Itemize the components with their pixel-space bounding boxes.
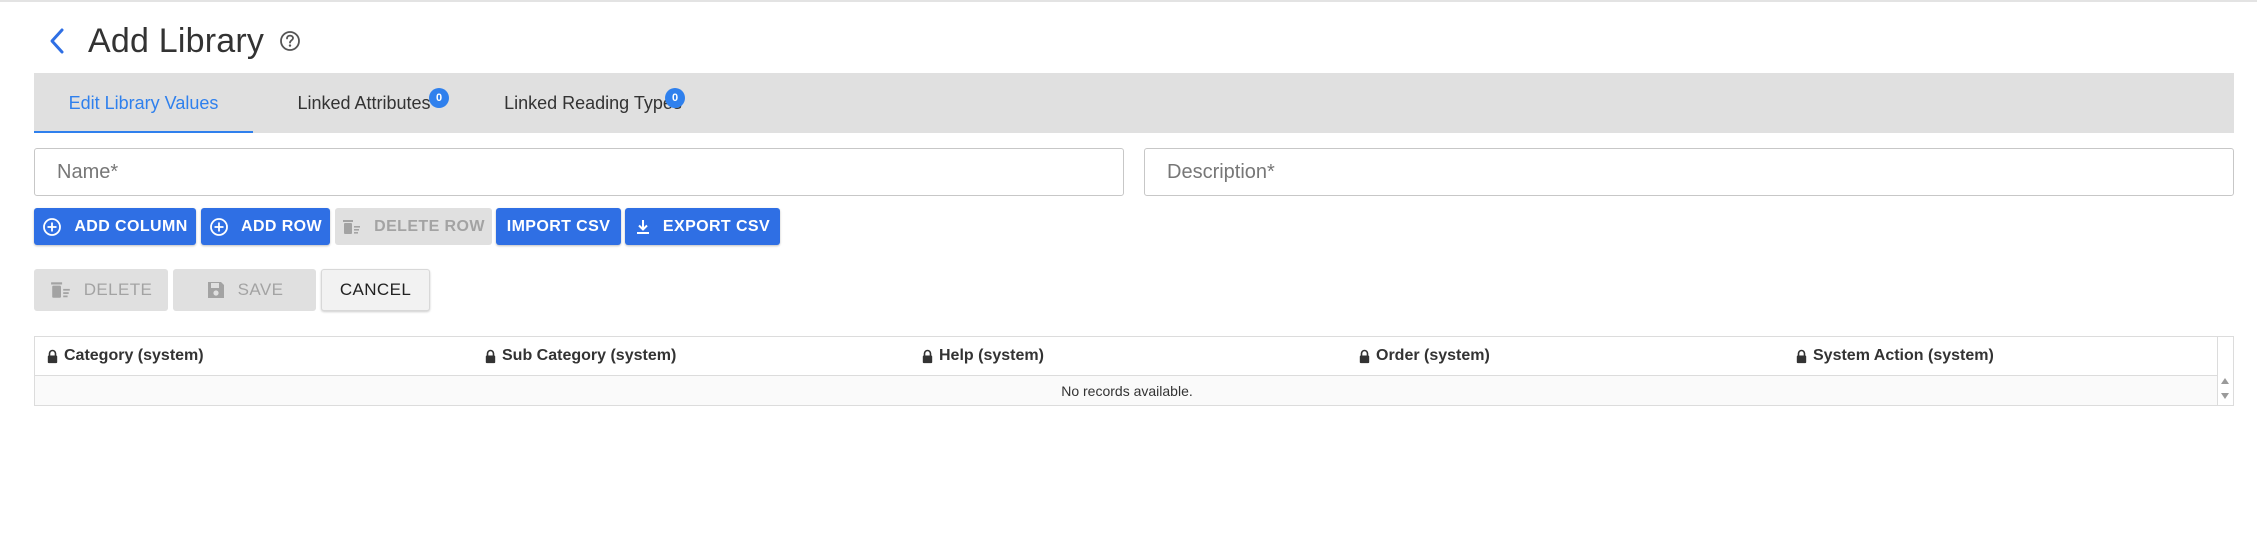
add-row-button[interactable]: ADD ROW	[201, 208, 330, 245]
lock-icon	[1796, 349, 1807, 363]
top-divider	[0, 0, 2257, 2]
name-input[interactable]	[35, 149, 1123, 195]
lock-icon	[47, 349, 58, 363]
button-label: ADD ROW	[240, 217, 322, 235]
name-field	[34, 148, 1124, 196]
plus-circle-icon	[210, 217, 228, 236]
library-values-grid: Category (system) Sub Category (system) …	[34, 336, 2234, 406]
tab-linked-attributes[interactable]: Linked Attributes	[290, 73, 438, 133]
grid-header: Category (system) Sub Category (system) …	[35, 337, 2219, 376]
linked-attributes-count-badge: 0	[429, 88, 449, 108]
scroll-up-arrow-icon[interactable]	[2221, 378, 2229, 384]
linked-reading-types-count-badge: 0	[665, 88, 685, 108]
save-icon	[207, 282, 224, 298]
column-header-system-action[interactable]: System Action (system)	[1796, 337, 1994, 375]
tab-bar: Edit Library Values Linked Attributes 0 …	[34, 73, 2234, 133]
add-column-button[interactable]: ADD COLUMN	[34, 208, 196, 245]
lock-icon	[1359, 349, 1370, 363]
lock-icon	[922, 349, 933, 363]
button-label: DELETE	[83, 280, 153, 299]
help-circle-icon	[280, 31, 300, 51]
page-title: Add Library	[88, 21, 265, 60]
lock-icon	[485, 349, 496, 363]
grid-scrollbar[interactable]	[2217, 337, 2233, 405]
column-header-order[interactable]: Order (system)	[1359, 337, 1490, 375]
download-icon	[636, 219, 649, 234]
export-csv-button[interactable]: EXPORT CSV	[625, 208, 780, 245]
button-label: IMPORT CSV	[506, 217, 611, 235]
button-label: ADD COLUMN	[74, 217, 188, 235]
tab-label: Linked Attributes	[297, 92, 431, 113]
description-field	[1144, 148, 2234, 196]
button-label: EXPORT CSV	[662, 217, 771, 235]
tab-linked-reading-types[interactable]: Linked Reading Types	[490, 73, 696, 133]
column-header-label: Order (system)	[1376, 347, 1490, 364]
delete-row-button[interactable]: DELETE ROW	[335, 208, 492, 245]
column-header-label: Help (system)	[939, 347, 1044, 364]
cancel-button[interactable]: CANCEL	[321, 269, 430, 311]
import-csv-button[interactable]: IMPORT CSV	[496, 208, 621, 245]
active-tab-indicator	[34, 131, 253, 133]
delete-sweep-icon	[50, 282, 70, 298]
help-button[interactable]	[278, 29, 302, 53]
scroll-down-arrow-icon[interactable]	[2221, 393, 2229, 399]
button-label: CANCEL	[339, 280, 412, 299]
tab-edit-library-values[interactable]: Edit Library Values	[34, 73, 253, 133]
grid-empty-message: No records available.	[35, 376, 2219, 405]
column-header-label: System Action (system)	[1813, 347, 1994, 364]
plus-circle-icon	[43, 217, 62, 236]
button-label: SAVE	[237, 280, 284, 299]
column-header-label: Sub Category (system)	[502, 347, 677, 364]
page-header: Add Library	[46, 18, 302, 64]
delete-button[interactable]: DELETE	[34, 269, 168, 311]
column-header-label: Category (system)	[64, 347, 204, 364]
description-input[interactable]	[1145, 149, 2233, 195]
tab-label: Edit Library Values	[68, 92, 219, 113]
chevron-left-icon	[50, 28, 64, 54]
delete-sweep-icon	[343, 219, 361, 234]
button-label: DELETE ROW	[374, 217, 485, 235]
column-header-help[interactable]: Help (system)	[922, 337, 1044, 375]
column-header-sub-category[interactable]: Sub Category (system)	[485, 337, 676, 375]
save-button[interactable]: SAVE	[173, 269, 316, 311]
column-header-category[interactable]: Category (system)	[47, 337, 204, 375]
tab-label: Linked Reading Types	[504, 92, 682, 113]
back-button[interactable]	[46, 25, 68, 57]
